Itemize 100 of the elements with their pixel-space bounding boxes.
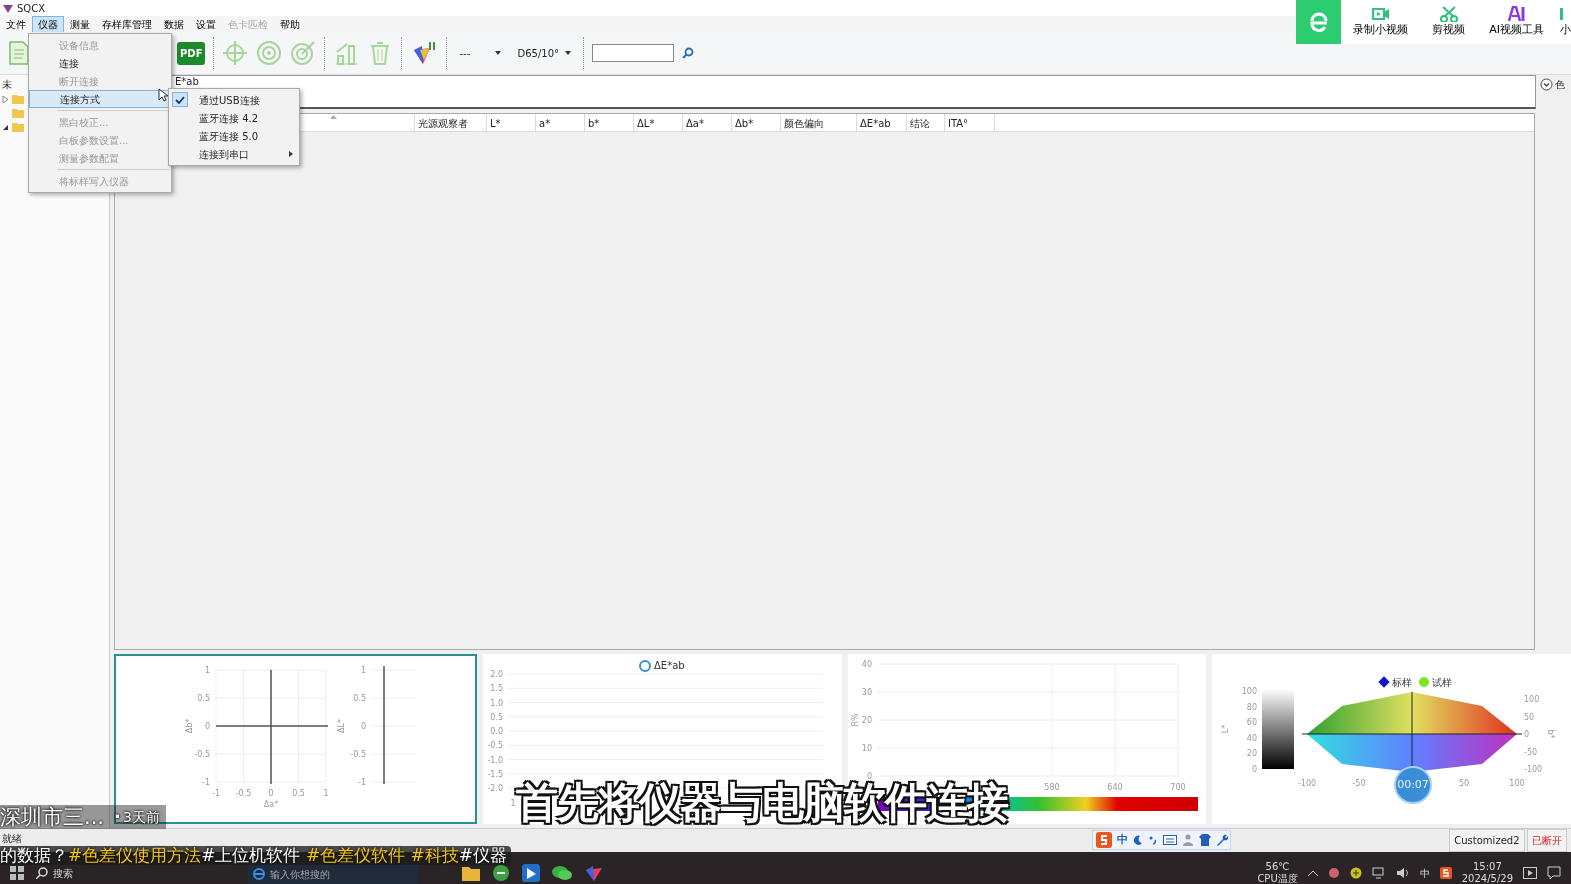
volume-icon	[1395, 867, 1410, 879]
axis-label: Δb*	[185, 718, 194, 734]
column-header[interactable]: Δa*	[683, 114, 732, 131]
moon-icon	[1132, 835, 1143, 845]
light-source-dropdown[interactable]: ---	[455, 43, 506, 63]
axis-label: L*	[1221, 724, 1231, 734]
tick-label: -0.5	[487, 741, 503, 751]
axis-label: ΔL*	[337, 719, 346, 733]
punctuation-icon	[1147, 835, 1158, 845]
network-icon	[1371, 867, 1386, 879]
caret-icon	[495, 51, 502, 55]
tick-label: 0	[204, 722, 210, 731]
column-header[interactable]: 结论	[907, 114, 945, 131]
tick-label: 1	[204, 666, 210, 675]
tick-label: -50	[1352, 779, 1366, 788]
column-header[interactable]: ITA°	[945, 114, 995, 131]
pdf-button[interactable]: PDF	[177, 41, 206, 65]
column-header[interactable]: ΔL*	[634, 114, 683, 131]
temperature-reading: 56℃	[1264, 860, 1291, 873]
input-method-logo-icon	[1439, 867, 1452, 879]
search-icon	[36, 867, 48, 879]
legend-label: 标样	[1392, 677, 1413, 688]
legend-marker-icon	[638, 660, 651, 672]
tick-label: -0.5	[235, 789, 252, 798]
tick-label: 100	[1524, 695, 1540, 704]
app-icon	[522, 864, 540, 882]
tick-label: -0.5	[350, 750, 366, 759]
tray-app-icon	[1349, 867, 1362, 879]
tick-label: 10	[861, 744, 872, 753]
ai-icon	[1507, 5, 1526, 22]
video-tool-button[interactable]: 剪视频	[1420, 5, 1478, 39]
search-icon	[682, 47, 694, 59]
video-caption: 的数据？#色差仪使用方法#上位机软件 #色差仪软件 #科技#仪器	[0, 846, 512, 865]
app-logo-icon	[3, 3, 13, 13]
menu-item[interactable]: 通过USB连接	[169, 91, 299, 109]
video-tool-button[interactable]: AI视频工具	[1477, 5, 1556, 39]
tick-label: 700	[1169, 783, 1186, 792]
video-app-logo[interactable]	[1296, 0, 1342, 44]
menu-item[interactable]: 文件	[0, 15, 32, 33]
column-header[interactable]: b*	[585, 114, 634, 131]
tray-app-icon	[1327, 867, 1340, 879]
search-field[interactable]	[592, 44, 674, 62]
column-header[interactable]: a*	[536, 114, 585, 131]
browser-icon	[492, 864, 510, 882]
tick-label: 0.5	[197, 694, 210, 703]
tick-label: 0.5	[292, 789, 305, 798]
tick-label: 0	[866, 772, 872, 781]
chat-icon	[552, 864, 572, 882]
window-title: SQCX	[17, 1, 46, 16]
ime-language[interactable]: 中	[1116, 831, 1128, 849]
column-header[interactable]: 光源观察者	[415, 114, 487, 131]
illuminant-dropdown[interactable]: D65/10°	[513, 43, 575, 63]
bar-chart-icon[interactable]	[333, 40, 360, 66]
tick-label: -2.0	[487, 784, 503, 793]
folder-icon	[11, 94, 24, 104]
menu-item[interactable]: 连接	[29, 54, 171, 72]
video-tool-button[interactable]: 小	[1556, 5, 1571, 39]
target-icon[interactable]	[256, 40, 283, 66]
tick-label: 1	[510, 799, 516, 808]
tick-label: -1	[202, 778, 210, 787]
media-icon	[1523, 867, 1537, 879]
tick-label: 80	[1247, 702, 1258, 712]
tick-label: 1	[323, 789, 329, 798]
tick-label: 20	[861, 716, 872, 725]
menu-item[interactable]: 存样库管理	[96, 15, 158, 33]
menu-item[interactable]: 设置	[190, 15, 222, 33]
scissors-icon	[1439, 5, 1458, 22]
crosshair-icon[interactable]	[222, 40, 249, 66]
menu-item[interactable]: 数据	[158, 15, 190, 33]
browser-search-field[interactable]: 输入你想搜的	[248, 864, 418, 884]
tick-label: -1	[358, 778, 366, 787]
clock-date[interactable]: 2024/5/29	[1461, 873, 1513, 884]
video-tool-button[interactable]: 录制小视频	[1341, 5, 1421, 39]
column-header[interactable]: 颜色偏向	[781, 114, 857, 131]
tick-label: 30	[861, 688, 872, 697]
column-header[interactable]: ΔE*ab	[857, 114, 907, 131]
keyboard-icon	[1162, 835, 1177, 845]
column-header[interactable]: L*	[487, 114, 536, 131]
menu-item[interactable]: 连接方式	[29, 90, 171, 108]
shirt-icon	[1198, 834, 1211, 846]
menu-item[interactable]: 连接到串口	[169, 145, 299, 163]
tray-input-language[interactable]: 中	[1419, 865, 1430, 881]
tick-label: 40	[1247, 733, 1258, 743]
start-icon	[10, 866, 24, 880]
connection-status: 已断开	[1527, 829, 1567, 852]
menu-item[interactable]: 测量	[64, 15, 96, 33]
taskbar-search[interactable]: 搜索	[53, 865, 73, 881]
menu-item[interactable]: 蓝牙连接 4.2	[169, 109, 299, 127]
menu-item[interactable]: 蓝牙连接 5.0	[169, 127, 299, 145]
menu-item[interactable]: 帮助	[274, 15, 306, 33]
tick-label: 0	[1524, 730, 1530, 739]
submenu-arrow-icon	[289, 151, 293, 157]
tick-label: 60	[1247, 718, 1258, 728]
tick-label: 0.0	[490, 727, 503, 736]
post-time: 3天前	[122, 808, 160, 827]
temperature-label: CPU温度	[1257, 873, 1298, 884]
tick-label: 100	[1509, 779, 1525, 788]
clock-time[interactable]: 15:07	[1461, 860, 1513, 873]
column-header[interactable]: Δb*	[732, 114, 781, 131]
browser-logo-icon	[1307, 11, 1330, 33]
